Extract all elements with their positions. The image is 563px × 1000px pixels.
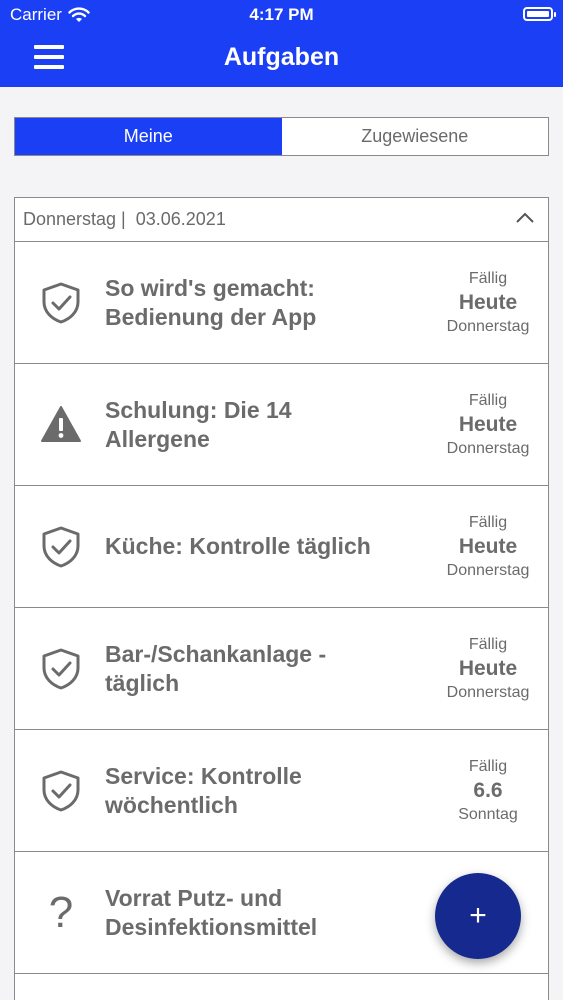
task-title: Bar-/Schankanlage - täglich xyxy=(105,640,405,698)
task-due-info: Fällig Heute Donnerstag xyxy=(428,268,548,338)
due-day: Donnerstag xyxy=(446,439,530,457)
app-header: Carrier 4:17 PM Aufgaben xyxy=(0,0,563,87)
task-item[interactable]: Bar-/Schankanlage - täglich Fällig Heute… xyxy=(15,608,548,730)
task-title-line1: Schulung: Die 14 xyxy=(105,396,292,423)
shield-check-icon xyxy=(37,767,85,815)
task-title-line2: täglich xyxy=(105,669,180,696)
battery-icon xyxy=(523,7,556,21)
due-value: Heute xyxy=(458,534,518,558)
add-task-button[interactable]: + xyxy=(435,873,521,959)
due-value: Heute xyxy=(458,656,518,680)
task-item[interactable]: Service: Kontrolle wöchentlich Fällig 6.… xyxy=(15,730,548,852)
tab-zugewiesene[interactable]: Zugewiesene xyxy=(282,118,549,155)
task-title-line1: Küche: Kontrolle täglich xyxy=(105,533,371,559)
shield-check-icon xyxy=(37,523,85,571)
due-label: Fällig xyxy=(468,391,508,409)
due-value: 6.6 xyxy=(473,778,503,802)
task-due-info: Fällig 6.6 Sonntag xyxy=(428,756,548,826)
task-title: Service: Kontrolle wöchentlich xyxy=(105,762,405,820)
chevron-up-icon[interactable] xyxy=(516,212,534,224)
due-day: Donnerstag xyxy=(446,683,530,701)
task-title-line1: Vorrat Putz- und xyxy=(105,884,283,911)
due-label: Fällig xyxy=(468,513,508,531)
due-day: Donnerstag xyxy=(446,317,530,335)
question-mark-icon: ? xyxy=(48,887,74,937)
date-label: Donnerstag | 03.06.2021 xyxy=(23,209,226,229)
task-title-line1: So wird's gemacht: xyxy=(105,274,315,301)
due-label: Fällig xyxy=(468,757,508,775)
due-label: Fällig xyxy=(468,635,508,653)
task-title-line1: Service: Kontrolle xyxy=(105,762,302,789)
due-day: Sonntag xyxy=(458,805,518,823)
status-bar: Carrier 4:17 PM xyxy=(0,0,563,30)
task-due-info: Fällig Heute Donnerstag xyxy=(428,390,548,460)
task-due-info: Fällig Heute Donnerstag xyxy=(428,512,548,582)
due-label: Fällig xyxy=(468,269,508,287)
task-title-line2: Bedienung der App xyxy=(105,303,317,330)
task-title-line2: Allergene xyxy=(105,425,210,452)
page-title: Aufgaben xyxy=(223,43,340,71)
task-title: Küche: Kontrolle täglich xyxy=(105,532,405,561)
due-value: Heute xyxy=(458,290,518,314)
task-item[interactable]: Schulung: Die 14 Allergene Fällig Heute … xyxy=(15,364,548,486)
task-title: So wird's gemacht: Bedienung der App xyxy=(105,274,405,332)
tab-meine[interactable]: Meine xyxy=(15,118,282,155)
task-title-line2: Desinfektionsmittel xyxy=(105,913,318,940)
warning-icon xyxy=(37,401,85,449)
tab-segmented-control: Meine Zugewiesene xyxy=(14,117,549,156)
shield-check-icon xyxy=(37,645,85,693)
task-due-info: Fällig Heute Donnerstag xyxy=(428,634,548,704)
task-title-line1: Bar-/Schankanlage - xyxy=(105,640,327,667)
task-item[interactable]: Küche: Kontrolle täglich Fällig Heute Do… xyxy=(15,486,548,608)
shield-check-icon xyxy=(37,279,85,327)
due-value: Heute xyxy=(458,412,518,436)
status-time: 4:17 PM xyxy=(249,5,314,24)
task-item[interactable]: So wird's gemacht: Bedienung der App Fäl… xyxy=(15,242,548,364)
task-title: Vorrat Putz- und Desinfektionsmittel xyxy=(105,884,405,942)
task-title: Schulung: Die 14 Allergene xyxy=(105,396,405,454)
task-title-line2: wöchentlich xyxy=(105,791,238,818)
due-day: Donnerstag xyxy=(446,561,530,579)
date-section-header[interactable]: Donnerstag | 03.06.2021 xyxy=(15,198,548,242)
